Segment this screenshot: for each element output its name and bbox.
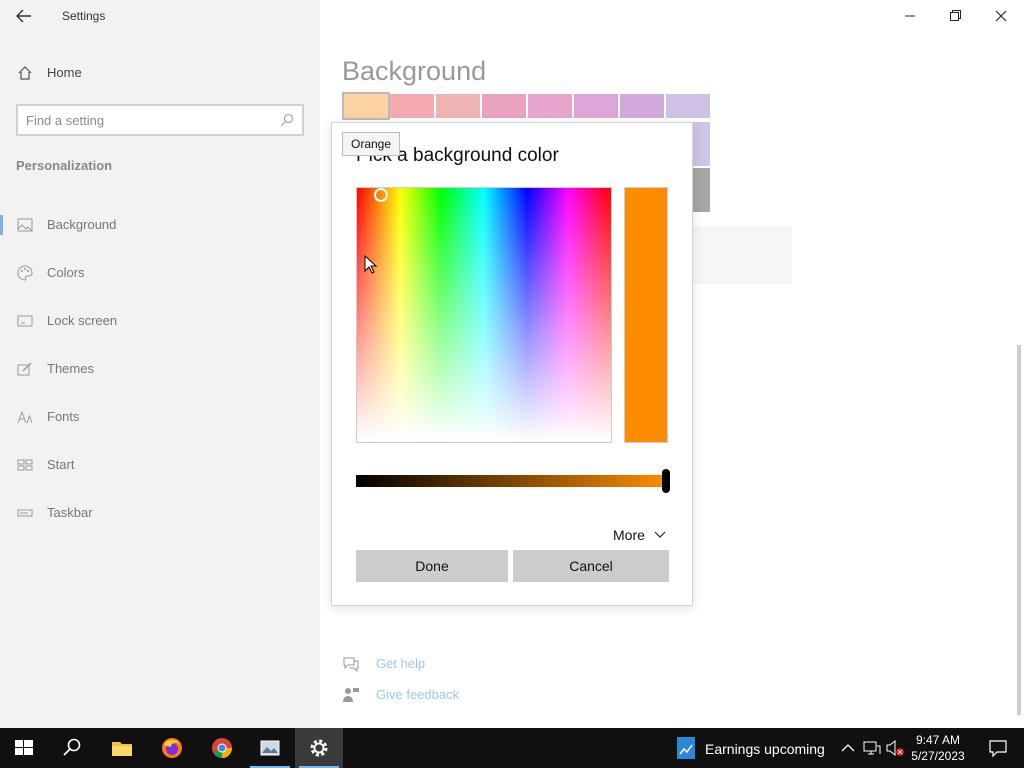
color-swatch[interactable] (390, 94, 434, 118)
notification-center-icon[interactable] (976, 728, 1020, 768)
sidebar-item-fonts[interactable]: Fonts (0, 400, 320, 434)
taskbar: Earnings upcoming 9:47 AM 5/27/2023 (0, 728, 1024, 768)
spectrum-handle[interactable] (374, 188, 388, 202)
network-icon[interactable] (862, 738, 882, 758)
windows-start-icon[interactable] (0, 728, 48, 768)
sidebar-item-label: Colors (47, 265, 85, 280)
color-picker-dialog: Pick a background color Orange More Done… (331, 122, 693, 606)
search-box[interactable] (16, 104, 304, 136)
lock-screen-icon (17, 313, 33, 329)
sidebar-item-taskbar[interactable]: Taskbar (0, 496, 320, 530)
sidebar-item-home[interactable]: Home (0, 58, 320, 88)
color-tooltip: Orange (342, 132, 401, 156)
sidebar-item-label: Lock screen (47, 313, 118, 328)
sidebar-item-label: Background (47, 217, 117, 232)
sidebar-item-themes[interactable]: Themes (0, 352, 320, 386)
taskbar-icon (17, 505, 33, 521)
color-swatch[interactable] (436, 94, 480, 118)
get-help-link[interactable]: Get help (342, 653, 542, 675)
search-icon (280, 113, 294, 127)
stock-chart-icon (677, 737, 695, 759)
give-feedback-link[interactable]: Give feedback (342, 684, 542, 706)
home-icon (17, 65, 33, 81)
done-button[interactable]: Done (356, 550, 508, 582)
start-icon (17, 457, 33, 473)
color-swatch[interactable] (342, 92, 390, 120)
color-swatch[interactable] (666, 94, 710, 118)
sidebar-item-label: Themes (47, 361, 94, 376)
sidebar-item-lock-screen[interactable]: Lock screen (0, 304, 320, 338)
back-arrow-icon[interactable] (14, 6, 34, 26)
chevron-down-icon (653, 528, 667, 542)
sidebar-item-label: Taskbar (47, 505, 93, 520)
close-icon[interactable] (989, 6, 1013, 26)
news-label: Earnings upcoming (705, 741, 825, 757)
file-explorer-icon[interactable] (98, 728, 146, 768)
sidebar-item-label: Start (47, 457, 75, 472)
color-swatch[interactable] (528, 94, 572, 118)
sidebar-item-label: Fonts (47, 409, 80, 424)
section-title: Personalization (16, 158, 113, 173)
slider-track (356, 475, 668, 487)
brightness-slider[interactable] (356, 469, 670, 493)
saturation-gradient (357, 188, 611, 442)
help-chat-icon (342, 655, 360, 673)
window-title: Settings (62, 9, 106, 23)
clock-date: 5/27/2023 (911, 749, 965, 763)
more-button[interactable]: More (613, 525, 673, 545)
search-input[interactable] (26, 111, 276, 129)
sidebar-item-colors[interactable]: Colors (0, 256, 320, 290)
clock[interactable]: 9:47 AM 5/27/2023 (906, 732, 970, 764)
scrollbar[interactable] (1017, 345, 1021, 715)
color-preview (624, 187, 668, 443)
mouse-cursor-icon (364, 254, 378, 275)
minimize-icon[interactable] (898, 6, 922, 26)
slider-thumb[interactable] (662, 469, 670, 493)
news-widget[interactable]: Earnings upcoming (672, 728, 832, 768)
color-spectrum[interactable] (356, 187, 612, 443)
custom-color-area (692, 226, 792, 284)
sidebar-item-label: Home (47, 65, 82, 80)
cancel-button[interactable]: Cancel (513, 550, 669, 582)
give-feedback-label: Give feedback (376, 687, 460, 702)
sidebar: Settings Home Personalization Background… (0, 0, 320, 728)
clock-time: 9:47 AM (915, 733, 961, 747)
color-swatch[interactable] (620, 94, 664, 118)
color-swatch[interactable] (482, 94, 526, 118)
search-icon[interactable] (48, 728, 96, 768)
themes-icon (17, 361, 33, 377)
restore-icon[interactable] (943, 6, 967, 26)
sidebar-item-background[interactable]: Background (0, 208, 320, 242)
image-icon (17, 217, 33, 233)
chrome-icon[interactable] (198, 728, 246, 768)
get-help-label: Get help (376, 656, 426, 671)
photo-app-icon[interactable] (246, 728, 294, 768)
palette-icon (17, 265, 33, 281)
sidebar-item-start[interactable]: Start (0, 448, 320, 482)
page-title: Background (342, 56, 487, 86)
color-swatch[interactable] (574, 94, 618, 118)
firefox-icon[interactable] (148, 728, 196, 768)
settings-gear-icon[interactable] (295, 728, 343, 768)
feedback-icon (342, 686, 360, 704)
volume-muted-icon[interactable] (885, 738, 905, 758)
fonts-icon (17, 409, 33, 425)
chevron-up-icon[interactable] (838, 738, 858, 758)
more-label: More (613, 527, 645, 543)
